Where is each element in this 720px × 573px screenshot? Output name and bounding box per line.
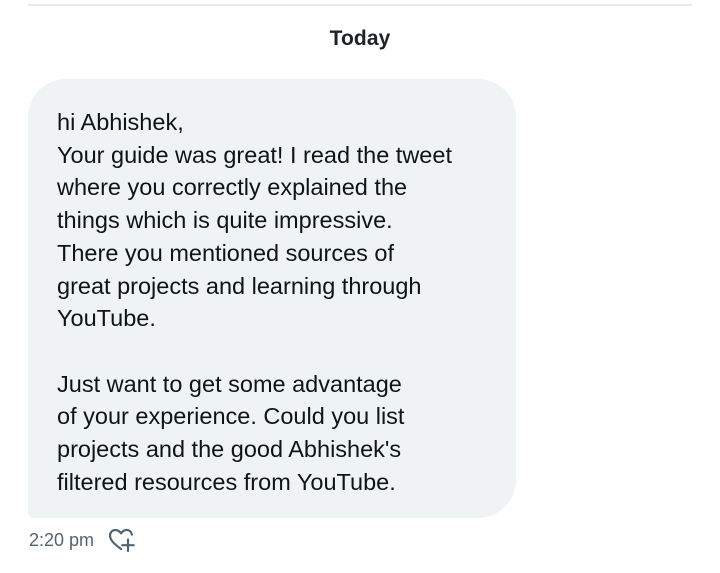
message-line: There you mentioned sources of bbox=[57, 239, 395, 266]
message-line: of your experience. Could you list bbox=[57, 403, 405, 430]
message-bubble[interactable]: hi Abhishek, Your guide was great! I rea… bbox=[28, 79, 516, 518]
message-timestamp: 2:20 pm bbox=[29, 529, 95, 550]
message-line: projects and the good Abhishek's bbox=[57, 436, 402, 463]
message-paragraph-gap bbox=[57, 335, 496, 368]
message-line: filtered resources from YouTube. bbox=[57, 468, 396, 495]
message-line: where you correctly explained the bbox=[57, 174, 408, 201]
date-separator: Today bbox=[329, 27, 391, 50]
message-meta: 2:20 pm bbox=[29, 525, 136, 555]
message-line: great projects and learning through bbox=[57, 272, 422, 299]
top-divider bbox=[28, 4, 692, 6]
message-line: things which is quite impressive. bbox=[57, 207, 393, 234]
add-reaction-heart-icon-glyph bbox=[108, 528, 135, 553]
message-line: YouTube. bbox=[57, 305, 156, 332]
message-line: hi Abhishek, bbox=[57, 109, 184, 135]
add-reaction-heart-icon[interactable] bbox=[106, 526, 136, 554]
message-line: Your guide was great! I read the tweet bbox=[57, 141, 452, 168]
message-line: Just want to get some advantage bbox=[57, 370, 402, 397]
